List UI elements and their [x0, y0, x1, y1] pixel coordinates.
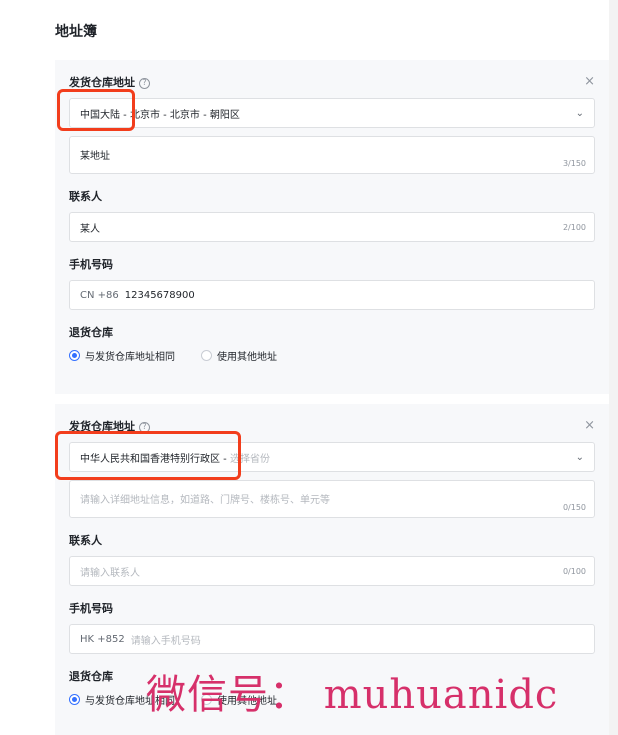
contact-counter: 0/100	[562, 567, 586, 576]
warehouse-address-label-text: 发货仓库地址	[69, 420, 135, 433]
radio-same-address[interactable]	[69, 693, 80, 705]
phone-country-prefix[interactable]: HK +852	[80, 634, 125, 645]
radio-other-address-label[interactable]: 使用其他地址	[217, 348, 277, 363]
warehouse-address-label-text: 发货仓库地址	[69, 76, 135, 89]
chevron-down-icon: ⌄	[575, 107, 584, 119]
close-icon[interactable]: ×	[584, 74, 595, 89]
detail-address-counter: 3/150	[562, 159, 586, 168]
contact-input[interactable]: 某人 2/100	[69, 212, 595, 242]
contact-counter: 2/100	[562, 223, 586, 232]
detail-address-input[interactable]: 请输入详细地址信息，如道路、门牌号、楼栋号、单元等 0/150	[69, 480, 595, 518]
return-warehouse-options: 与发货仓库地址相同 使用其他地址	[69, 348, 595, 363]
watermark-text: 微信号： muhuanidc	[146, 672, 559, 718]
phone-value: 12345678900	[124, 289, 195, 301]
phone-country-prefix[interactable]: CN +86	[80, 290, 119, 301]
detail-address-counter: 0/150	[562, 503, 586, 512]
warehouse-address-label: 发货仓库地址 ?	[69, 420, 595, 434]
region-value: 中国大陆 - 北京市 - 北京市 - 朝阳区	[80, 109, 240, 121]
region-value: 中华人民共和国香港特别行政区 - 选择省份	[80, 450, 270, 465]
chevron-down-icon: ⌄	[575, 451, 584, 463]
return-warehouse-label: 退货仓库	[69, 326, 113, 339]
detail-address-input[interactable]: 某地址 3/150	[69, 136, 595, 174]
contact-label: 联系人	[69, 534, 102, 547]
close-icon[interactable]: ×	[584, 418, 595, 433]
warehouse-address-label: 发货仓库地址 ?	[69, 76, 595, 90]
scroll-edge	[609, 0, 618, 735]
region-value-text: 中华人民共和国香港特别行政区 -	[80, 453, 227, 465]
phone-placeholder: 请输入手机号码	[130, 635, 201, 647]
phone-input[interactable]: HK +852 请输入手机号码	[69, 624, 595, 654]
radio-same-address-label[interactable]: 与发货仓库地址相同	[85, 348, 175, 363]
phone-input[interactable]: CN +86 12345678900	[69, 280, 595, 310]
contact-input[interactable]: 请输入联系人 0/100	[69, 556, 595, 586]
province-placeholder: 选择省份	[229, 453, 270, 465]
radio-other-address[interactable]	[201, 349, 212, 361]
page-title: 地址簿	[55, 24, 97, 40]
address-card-1: 发货仓库地址 ? × 中国大陆 - 北京市 - 北京市 - 朝阳区 ⌄ 某地址 …	[55, 60, 609, 394]
phone-label: 手机号码	[69, 258, 113, 271]
radio-same-address[interactable]	[69, 349, 80, 361]
contact-label: 联系人	[69, 190, 102, 203]
contact-placeholder: 请输入联系人	[80, 567, 140, 579]
detail-address-value: 某地址	[80, 151, 110, 162]
address-book-page: 地址簿 发货仓库地址 ? × 中国大陆 - 北京市 - 北京市 - 朝阳区 ⌄ …	[0, 0, 618, 735]
region-select[interactable]: 中国大陆 - 北京市 - 北京市 - 朝阳区 ⌄	[69, 98, 595, 128]
help-icon[interactable]: ?	[139, 77, 150, 89]
detail-address-placeholder: 请输入详细地址信息，如道路、门牌号、楼栋号、单元等	[80, 495, 330, 506]
contact-value: 某人	[80, 223, 100, 235]
region-select[interactable]: 中华人民共和国香港特别行政区 - 选择省份 ⌄	[69, 442, 595, 472]
help-icon[interactable]: ?	[139, 421, 150, 433]
phone-label: 手机号码	[69, 602, 113, 615]
